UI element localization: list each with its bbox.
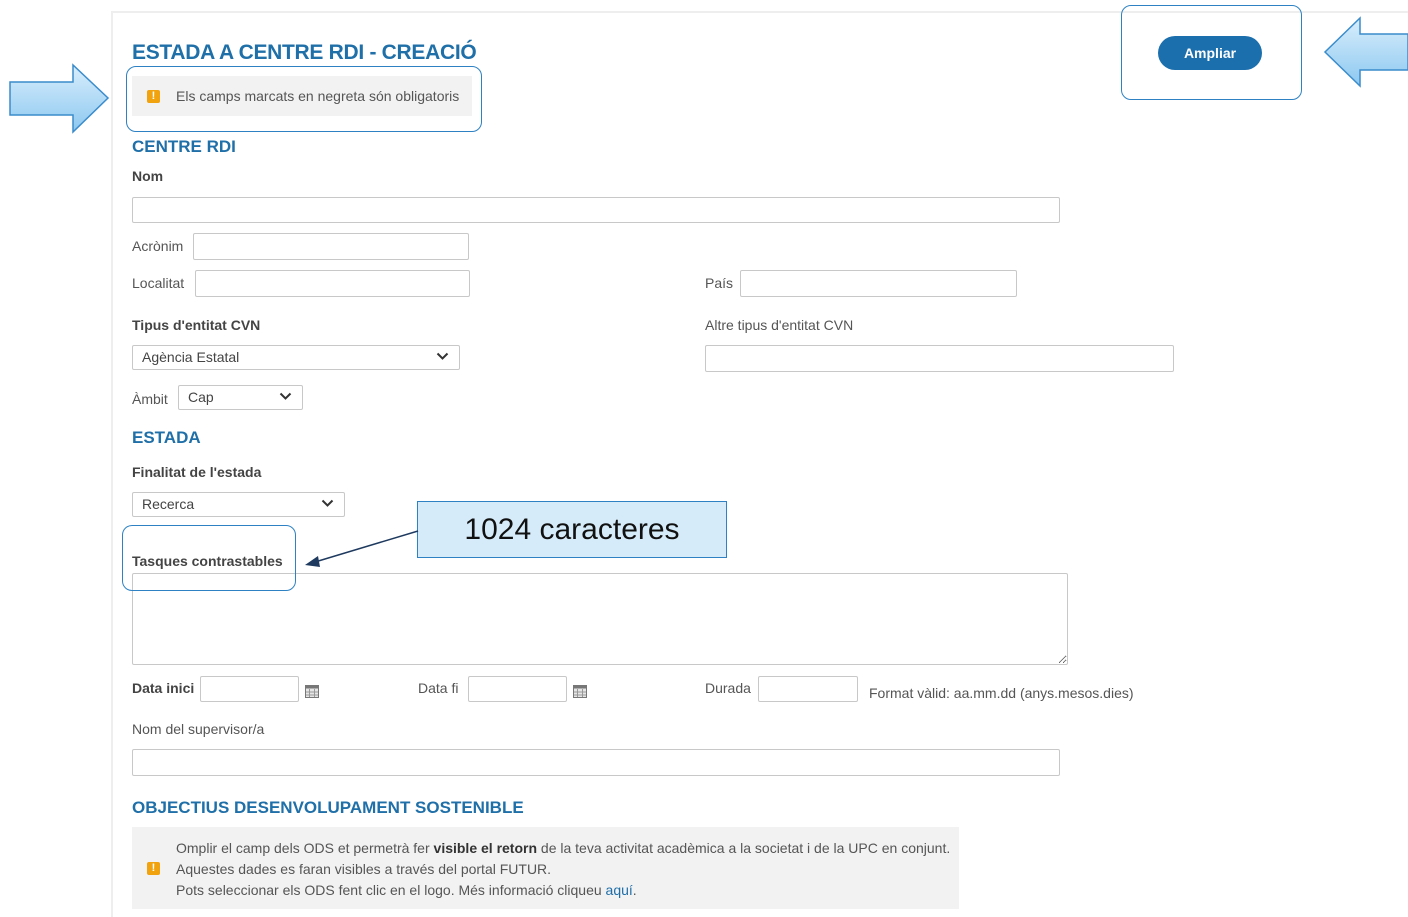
pointer-line [314, 530, 419, 563]
pointer-arrowhead-icon [305, 556, 320, 567]
right-pointing-arrow-icon [9, 63, 110, 134]
annotation-arrows [9, 16, 1408, 567]
left-pointing-arrow-icon [1323, 16, 1408, 88]
